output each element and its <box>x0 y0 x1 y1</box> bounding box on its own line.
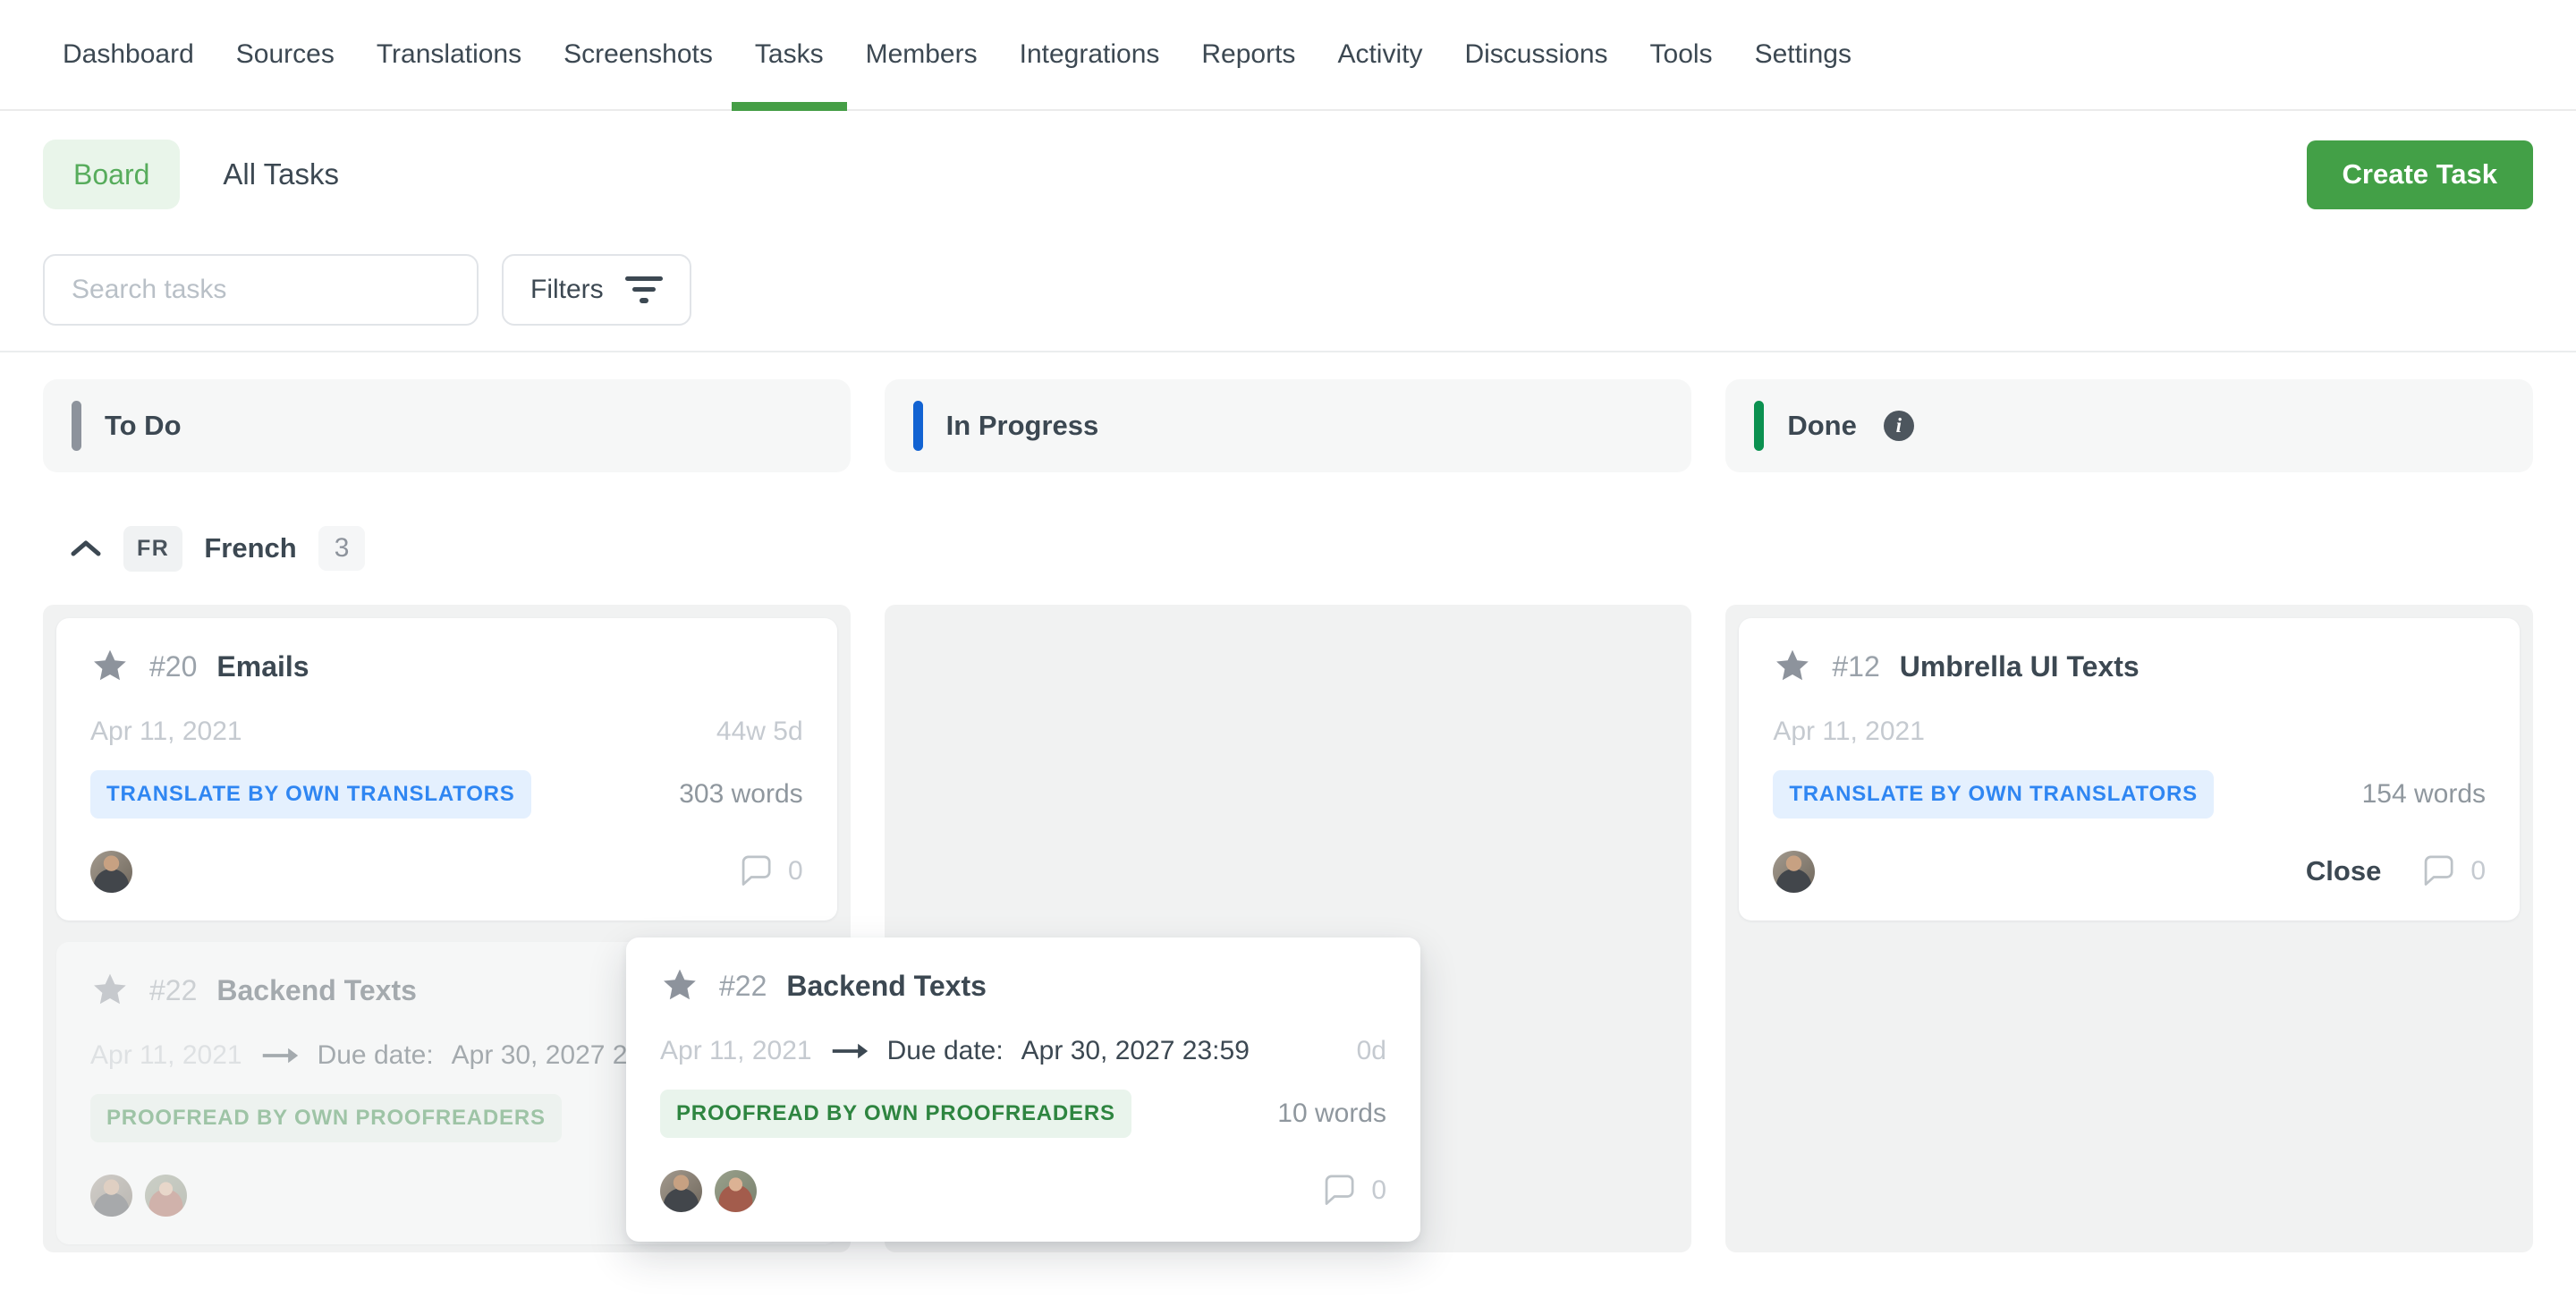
avatar <box>660 1170 702 1212</box>
column-header-todo: To Do <box>43 379 851 472</box>
time-left: 0d <box>1357 1036 1386 1066</box>
due-date-label: Due date: <box>318 1040 434 1071</box>
nav-discussions[interactable]: Discussions <box>1464 0 1607 109</box>
filter-icon <box>625 276 663 303</box>
nav-activity[interactable]: Activity <box>1337 0 1422 109</box>
column-label: To Do <box>105 410 182 442</box>
task-id: #22 <box>719 970 767 1003</box>
task-id: #22 <box>149 974 197 1007</box>
task-type-badge: PROOFREAD BY OWN PROOFREADERS <box>660 1090 1131 1138</box>
comment-icon <box>2419 853 2456 890</box>
in-progress-color-bar <box>913 401 923 451</box>
comments-button[interactable]: 0 <box>2419 853 2486 890</box>
word-count: 10 words <box>1277 1099 1386 1129</box>
todo-color-bar <box>72 401 81 451</box>
lane-done: #12 Umbrella UI Texts Apr 11, 2021 TRANS… <box>1725 605 2533 1252</box>
due-date: Apr 30, 2027 23:59 <box>1021 1036 1250 1066</box>
task-date: Apr 11, 2021 <box>1773 717 1925 747</box>
column-label: Done <box>1787 410 1857 442</box>
nav-members[interactable]: Members <box>866 0 978 109</box>
star-icon[interactable] <box>90 647 130 686</box>
time-left: 44w 5d <box>716 717 803 747</box>
task-type-badge: TRANSLATE BY OWN TRANSLATORS <box>1773 770 2214 819</box>
task-count-badge: 3 <box>318 526 366 571</box>
task-id: #20 <box>149 650 197 683</box>
task-title: Umbrella UI Texts <box>1900 650 2140 683</box>
language-group-row: FR French 3 <box>43 524 2533 573</box>
star-icon[interactable] <box>1773 647 1812 686</box>
nav-settings[interactable]: Settings <box>1755 0 1852 109</box>
avatar <box>145 1175 187 1217</box>
star-icon <box>660 966 699 1005</box>
column-header-in-progress: In Progress <box>885 379 1692 472</box>
collapse-group-button[interactable] <box>70 539 102 558</box>
nav-translations[interactable]: Translations <box>377 0 521 109</box>
create-task-button[interactable]: Create Task <box>2307 140 2533 209</box>
task-title: Emails <box>216 650 309 683</box>
comments-button[interactable]: 0 <box>736 853 803 890</box>
language-name: French <box>204 532 296 564</box>
language-code-badge: FR <box>123 526 182 572</box>
comment-count: 0 <box>1371 1175 1386 1206</box>
search-input[interactable] <box>43 254 479 326</box>
comments-button[interactable]: 0 <box>1319 1172 1386 1209</box>
nav-screenshots[interactable]: Screenshots <box>564 0 713 109</box>
task-date: Apr 11, 2021 <box>90 717 242 747</box>
column-header-done: Done i <box>1725 379 2533 472</box>
tab-board[interactable]: Board <box>43 140 180 209</box>
arrow-right-icon <box>830 1040 869 1062</box>
task-title: Backend Texts <box>216 974 417 1007</box>
divider <box>0 351 2576 352</box>
arrow-right-icon <box>260 1045 300 1066</box>
nav-sources[interactable]: Sources <box>236 0 335 109</box>
task-type-badge: TRANSLATE BY OWN TRANSLATORS <box>90 770 531 819</box>
search-row: Filters <box>43 254 2533 326</box>
board-column-headers: To Do In Progress Done i <box>43 379 2533 472</box>
task-date: Apr 11, 2021 <box>90 1040 242 1071</box>
task-type-badge: PROOFREAD BY OWN PROOFREADERS <box>90 1094 562 1142</box>
done-color-bar <box>1754 401 1764 451</box>
task-title: Backend Texts <box>786 970 987 1003</box>
word-count: 154 words <box>2362 779 2486 810</box>
comment-count: 0 <box>2470 856 2486 887</box>
tab-all-tasks[interactable]: All Tasks <box>223 157 339 191</box>
avatar <box>1773 851 1815 893</box>
word-count: 303 words <box>679 779 802 810</box>
filters-label: Filters <box>530 275 604 305</box>
nav-integrations[interactable]: Integrations <box>1020 0 1160 109</box>
nav-tasks[interactable]: Tasks <box>755 0 824 109</box>
nav-reports[interactable]: Reports <box>1201 0 1295 109</box>
task-card-emails[interactable]: #20 Emails Apr 11, 2021 44w 5d TRANSLATE… <box>56 618 837 920</box>
column-label: In Progress <box>946 410 1099 442</box>
due-date-label: Due date: <box>887 1036 1004 1066</box>
avatar <box>715 1170 757 1212</box>
task-date: Apr 11, 2021 <box>660 1036 812 1066</box>
avatar <box>90 1175 132 1217</box>
comment-count: 0 <box>788 856 803 887</box>
task-card-umbrella[interactable]: #12 Umbrella UI Texts Apr 11, 2021 TRANS… <box>1739 618 2520 920</box>
chevron-up-icon <box>70 539 102 558</box>
comment-icon <box>736 853 774 890</box>
tasks-toolbar: Board All Tasks Create Task <box>43 140 2533 209</box>
avatar <box>90 851 132 893</box>
filters-button[interactable]: Filters <box>502 254 691 326</box>
comment-icon <box>1319 1172 1357 1209</box>
dragged-task-card-backend[interactable]: #22 Backend Texts Apr 11, 2021 Due date:… <box>626 937 1420 1242</box>
top-nav: Dashboard Sources Translations Screensho… <box>0 0 2576 111</box>
close-task-button[interactable]: Close <box>2306 855 2381 887</box>
star-icon <box>90 971 130 1010</box>
info-icon[interactable]: i <box>1884 411 1914 441</box>
nav-dashboard[interactable]: Dashboard <box>63 0 194 109</box>
task-id: #12 <box>1832 650 1879 683</box>
nav-tools[interactable]: Tools <box>1650 0 1713 109</box>
